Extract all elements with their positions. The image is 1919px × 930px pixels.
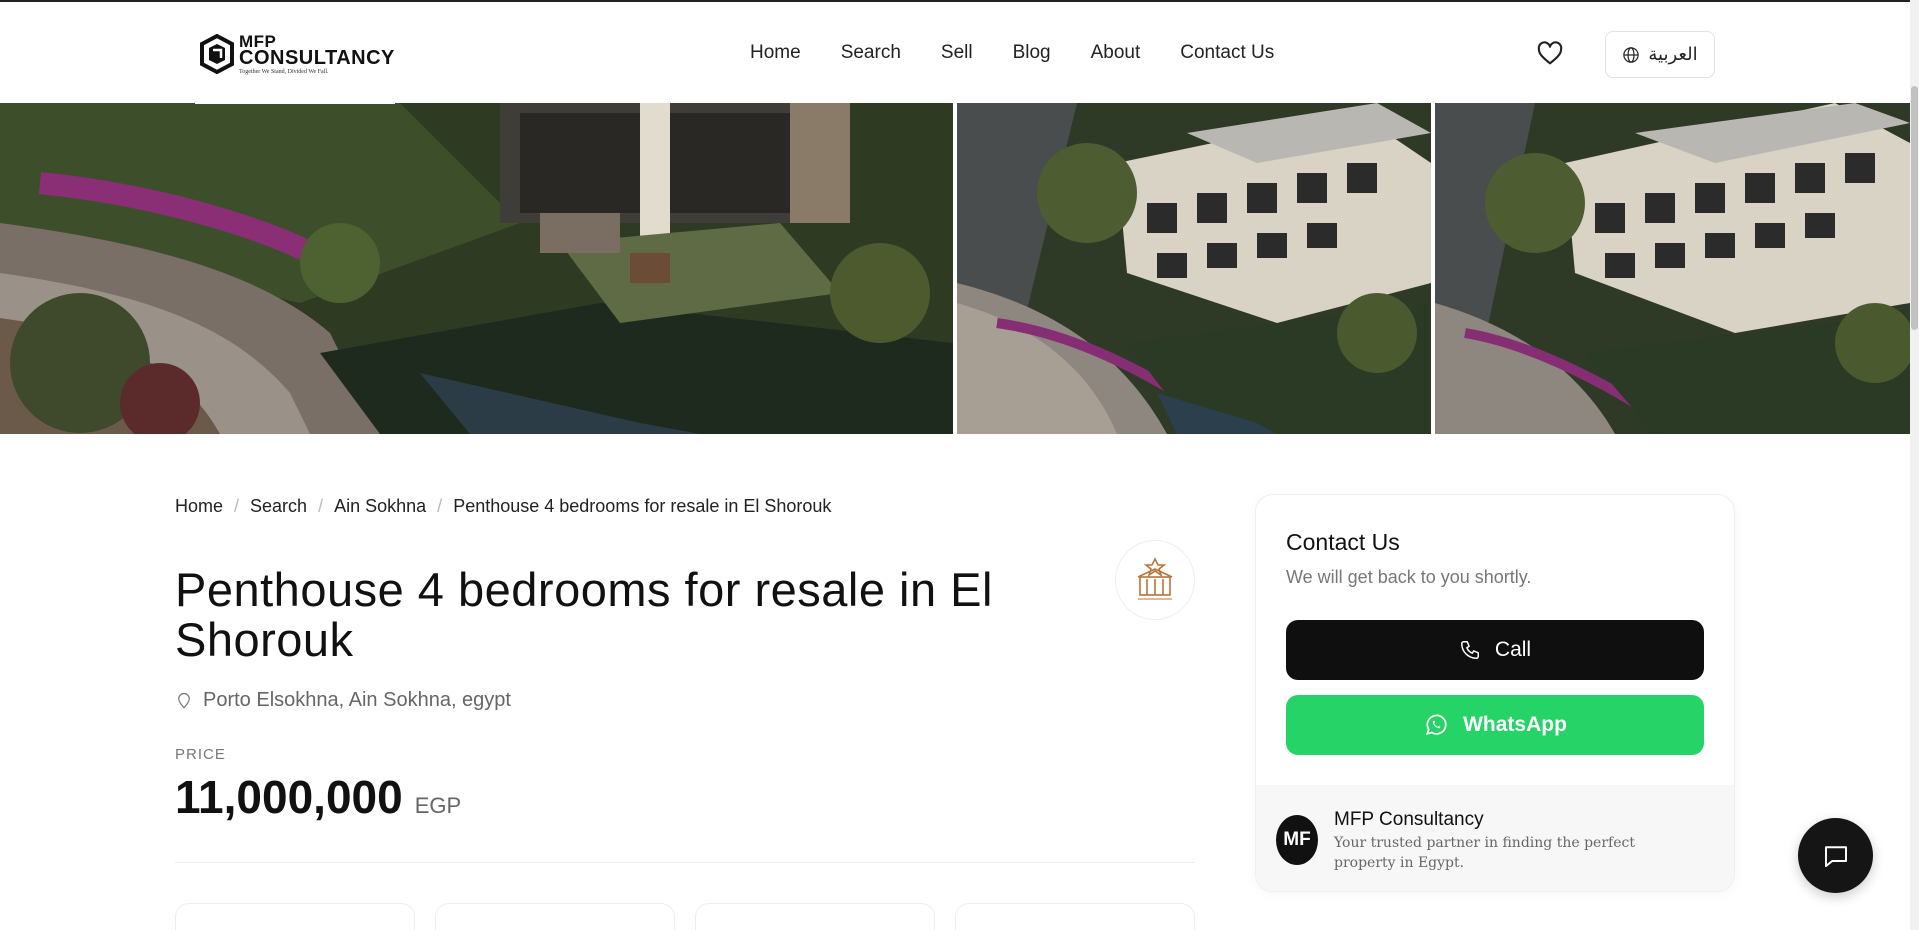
chat-bubble-icon (1824, 845, 1847, 867)
chat-button[interactable] (1798, 818, 1873, 893)
scrollbar-thumb[interactable] (1911, 86, 1918, 330)
feature-card (955, 903, 1195, 930)
heart-icon[interactable] (1536, 40, 1564, 68)
globe-icon (1623, 46, 1640, 63)
brand-logo[interactable]: MFP CONSULTANCY Together We Stand, Divid… (195, 4, 395, 104)
call-label: Call (1494, 638, 1532, 661)
price-amount: 11,000,000 (175, 771, 403, 823)
feature-cards (175, 903, 1195, 930)
nav-search[interactable]: Search (841, 42, 901, 64)
breadcrumb-separator: / (318, 496, 324, 516)
avatar: MF (1276, 815, 1318, 865)
language-label: العربية (1648, 44, 1698, 64)
feature-card (695, 903, 935, 930)
breadcrumb-current: Penthouse 4 bedrooms for resale in El Sh… (453, 496, 832, 516)
language-switch-button[interactable]: العربية (1605, 31, 1715, 78)
developer-logo-icon (1137, 557, 1173, 600)
nav-home[interactable]: Home (750, 42, 801, 64)
nav-about[interactable]: About (1091, 42, 1141, 64)
agent-name: MFP Consultancy (1334, 809, 1484, 830)
photo-gallery (0, 103, 1910, 434)
breadcrumb-search[interactable]: Search (250, 496, 307, 517)
agent-description: Your trusted partner in finding the perf… (1334, 835, 1635, 871)
page-scrollbar[interactable] (1910, 0, 1919, 930)
feature-card (435, 903, 675, 930)
price-currency: EGP (414, 793, 462, 818)
brand-name-line2: CONSULTANCY (239, 47, 395, 69)
breadcrumb-separator: / (437, 496, 443, 516)
gallery-photo-2[interactable] (957, 103, 1431, 434)
nav-blog[interactable]: Blog (1013, 42, 1051, 64)
developer-logo[interactable] (1115, 540, 1195, 620)
logo-mark-icon (200, 34, 234, 74)
breadcrumb-home[interactable]: Home (175, 496, 223, 517)
site-header: MFP CONSULTANCY Together We Stand, Divid… (0, 0, 1910, 104)
gallery-photo-3[interactable] (1435, 103, 1910, 434)
contact-title: Contact Us (1286, 529, 1400, 555)
location-text: Porto Elsokhna, Ain Sokhna, egypt (203, 689, 511, 711)
contact-subtitle: We will get back to you shortly. (1286, 567, 1532, 587)
nav-sell[interactable]: Sell (941, 42, 973, 64)
section-divider (175, 862, 1195, 863)
nav-contact-us[interactable]: Contact Us (1180, 42, 1274, 64)
main-nav: Home Search Sell Blog About Contact Us (750, 42, 1314, 64)
price-label: PRICE (175, 746, 226, 763)
location-pin-icon (178, 692, 190, 709)
whatsapp-label: WhatsApp (1463, 713, 1567, 736)
breadcrumb-separator: / (234, 496, 240, 516)
gallery-main-photo[interactable] (0, 103, 953, 434)
listing-title: Penthouse 4 bedrooms for resale in El Sh… (175, 563, 993, 666)
brand-tagline: Together We Stand, Divided We Fall. (239, 69, 329, 75)
whatsapp-icon (1426, 714, 1447, 735)
listing-location: Porto Elsokhna, Ain Sokhna, egypt (175, 689, 511, 712)
phone-icon (1460, 641, 1479, 659)
feature-card (175, 903, 415, 930)
agent-card: MF MFP Consultancy Your trusted partner … (1256, 785, 1734, 891)
breadcrumb-area[interactable]: Ain Sokhna (334, 496, 426, 517)
price: 11,000,000 EGP (175, 770, 461, 824)
whatsapp-button[interactable]: WhatsApp (1286, 695, 1704, 755)
contact-panel: Contact Us We will get back to you short… (1255, 494, 1735, 892)
call-button[interactable]: Call (1286, 620, 1704, 680)
breadcrumb: Home / Search / Ain Sokhna / Penthouse 4… (175, 496, 831, 517)
